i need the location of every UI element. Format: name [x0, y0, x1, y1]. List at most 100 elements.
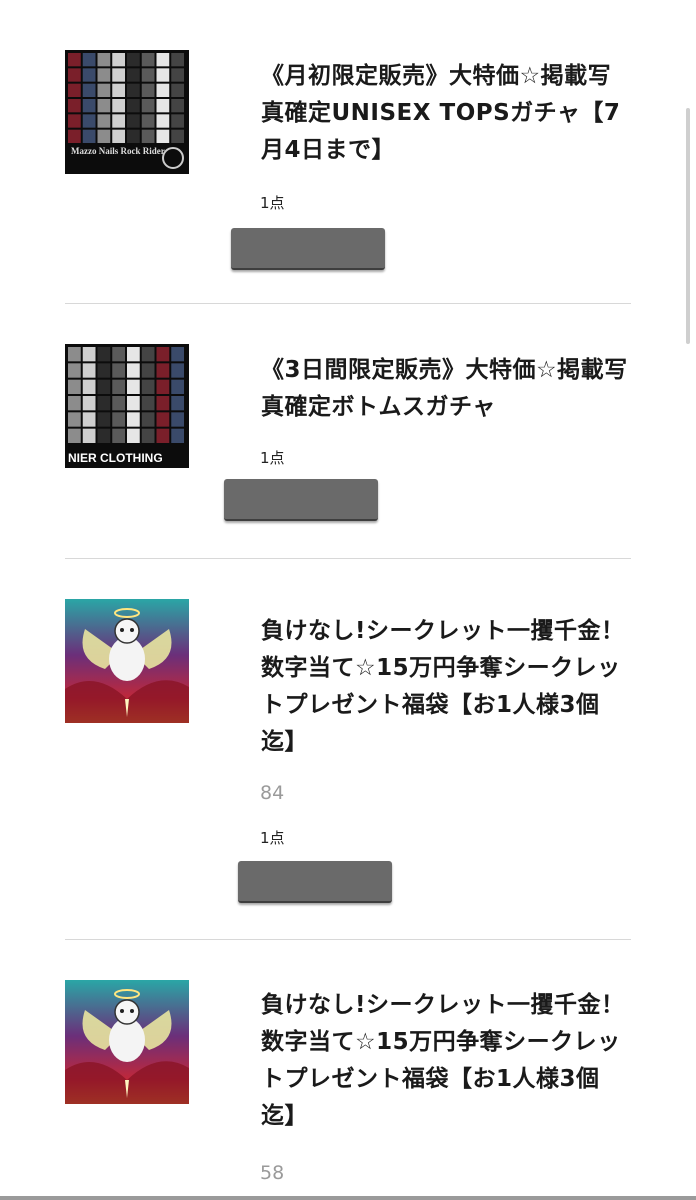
collage-photo [156, 396, 170, 411]
collage-photo [68, 83, 81, 97]
collage-photo [141, 129, 155, 143]
collage-photo [156, 379, 170, 394]
collage-photo [127, 379, 140, 394]
collage-photo [127, 114, 140, 128]
collage-photo [156, 114, 170, 128]
collage-photo [82, 114, 96, 128]
collage-photo [127, 396, 140, 411]
collage-photo [82, 99, 96, 113]
collage-photo [141, 68, 155, 82]
collage-photo [171, 53, 184, 67]
collage-photo [97, 428, 111, 443]
list-item[interactable]: 負けなし!シークレット一攫千金！数字当て☆15万円争奪シークレットプレゼント福袋… [0, 940, 696, 1200]
collage-photo [112, 428, 125, 443]
collage-photo [171, 83, 184, 97]
collage-photo [97, 412, 111, 427]
collage-photo [68, 99, 81, 113]
collage-photo [127, 412, 140, 427]
collage-photo [68, 347, 81, 362]
product-thumbnail[interactable]: Mazzo Nails Rock Rider [65, 50, 189, 174]
like-count: 58 [260, 1162, 285, 1184]
collage-photo [97, 347, 111, 362]
collage-photo [127, 99, 140, 113]
collage-photo [68, 68, 81, 82]
collage-photo [112, 363, 125, 378]
thumbnail-logo-text: Mazzo Nails Rock Rider [71, 146, 165, 156]
like-count: 84 [260, 782, 285, 804]
collage-photo [171, 363, 184, 378]
product-title[interactable]: 負けなし!シークレット一攫千金！数字当て☆15万円争奪シークレットプレゼント福袋… [261, 613, 631, 761]
collage-photo [112, 68, 125, 82]
collage-photo [97, 129, 111, 143]
product-title[interactable]: 負けなし!シークレット一攫千金！数字当て☆15万円争奪シークレットプレゼント福袋… [261, 987, 631, 1135]
product-thumbnail[interactable] [65, 980, 189, 1104]
list-item[interactable]: 負けなし!シークレット一攫千金！数字当て☆15万円争奪シークレットプレゼント福袋… [0, 559, 696, 939]
tops-collage-thumbnail-icon: Mazzo Nails Rock Rider [65, 50, 189, 174]
list-item[interactable]: NIER CLOTHING 《3日間限定販売》大特価☆掲載写真確定ボトムスガチャ… [0, 304, 696, 558]
collage-photo [97, 396, 111, 411]
angel-character-thumbnail-icon [65, 599, 189, 723]
collage-photo [156, 68, 170, 82]
collage-photo [141, 396, 155, 411]
collage-photo [68, 53, 81, 67]
collage-photo [97, 53, 111, 67]
collage-photo [127, 129, 140, 143]
collage-photo [171, 129, 184, 143]
collage-photo [112, 396, 125, 411]
collage-photo [171, 412, 184, 427]
quantity-label: 1点 [260, 194, 285, 212]
collage-photo [97, 99, 111, 113]
collage-photo [156, 83, 170, 97]
collage-photo [141, 83, 155, 97]
collage-photo [112, 114, 125, 128]
collage-photo [156, 99, 170, 113]
collage-photo [141, 428, 155, 443]
collage-photo [171, 428, 184, 443]
collage-photo [68, 129, 81, 143]
collage-photo [97, 363, 111, 378]
quantity-label: 1点 [260, 829, 285, 847]
collage-photo [97, 68, 111, 82]
collage-photo [82, 379, 96, 394]
collage-photo [97, 114, 111, 128]
collage-photo [171, 68, 184, 82]
collage-photo [82, 363, 96, 378]
collage-photo [112, 53, 125, 67]
collage-photo [171, 347, 184, 362]
collage-photo [97, 83, 111, 97]
collage-photo [68, 396, 81, 411]
collage-photo [127, 347, 140, 362]
collage-photo [141, 412, 155, 427]
collage-photo [156, 53, 170, 67]
collage-photo [112, 412, 125, 427]
angel-character-thumbnail-icon [65, 980, 189, 1104]
list-item[interactable]: Mazzo Nails Rock Rider 《月初限定販売》大特価☆掲載写真確… [0, 0, 696, 303]
collage-photo [68, 379, 81, 394]
collage-photo [112, 379, 125, 394]
collage-photo [156, 347, 170, 362]
product-title[interactable]: 《月初限定販売》大特価☆掲載写真確定UNISEX TOPSガチャ【7月4日まで】 [261, 58, 631, 169]
thumbnail-logo-text: NIER CLOTHING [68, 451, 163, 465]
collage-photo [141, 114, 155, 128]
collage-photo [171, 396, 184, 411]
collage-photo [141, 99, 155, 113]
scrollbar[interactable] [686, 108, 690, 344]
collage-photo [156, 412, 170, 427]
product-thumbnail[interactable]: NIER CLOTHING [65, 344, 189, 468]
collage-photo [82, 396, 96, 411]
collage-photo [82, 83, 96, 97]
collage-photo [156, 428, 170, 443]
product-thumbnail[interactable] [65, 599, 189, 723]
product-title[interactable]: 《3日間限定販売》大特価☆掲載写真確定ボトムスガチャ [261, 352, 631, 426]
collage-photo [141, 379, 155, 394]
collage-photo [127, 83, 140, 97]
collage-photo [82, 68, 96, 82]
collage-photo [97, 379, 111, 394]
redacted-price-bar [224, 479, 378, 521]
bottom-edge [0, 1196, 696, 1200]
collage-photo [156, 129, 170, 143]
collage-photo [68, 114, 81, 128]
collage-photo [171, 379, 184, 394]
redacted-price-bar [231, 228, 385, 270]
collage-photo [112, 99, 125, 113]
